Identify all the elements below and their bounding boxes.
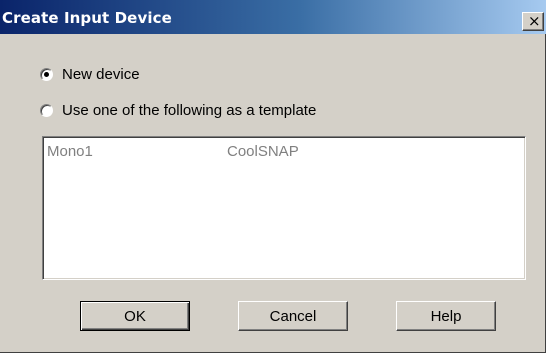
new-device-option[interactable]: New device <box>40 64 140 84</box>
help-button[interactable]: Help <box>396 301 496 331</box>
template-label: Use one of the following as a template <box>62 101 317 119</box>
title-bar[interactable]: Create Input Device × <box>0 0 546 34</box>
new-device-label: New device <box>62 65 140 83</box>
template-option[interactable]: Use one of the following as a template <box>40 100 316 120</box>
template-radio[interactable] <box>40 103 53 117</box>
new-device-radio[interactable] <box>40 67 53 81</box>
ok-button[interactable]: OK <box>80 301 190 331</box>
template-listbox[interactable]: Mono1 CoolSNAP <box>42 136 526 280</box>
dialog-title: Create Input Device <box>2 9 172 27</box>
cancel-button[interactable]: Cancel <box>238 301 348 331</box>
radio-selected-dot <box>44 71 49 77</box>
create-input-device-dialog: Create Input Device × New device Use one… <box>0 0 546 353</box>
list-item[interactable]: Mono1 <box>47 143 93 160</box>
close-icon: × <box>528 12 541 30</box>
close-button[interactable]: × <box>522 12 544 31</box>
list-item[interactable]: CoolSNAP <box>227 143 299 160</box>
